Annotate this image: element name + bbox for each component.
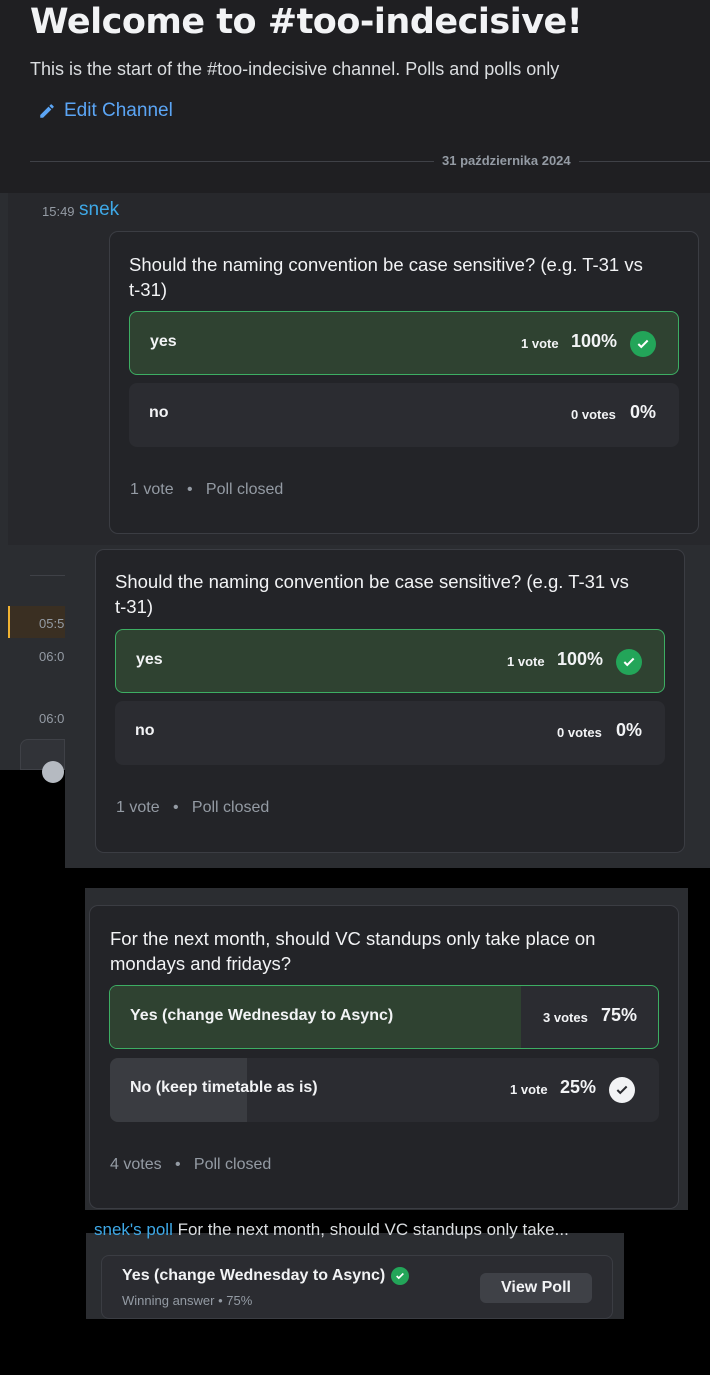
winning-answer-label: Yes (change Wednesday to Async): [122, 1267, 386, 1284]
view-poll-button[interactable]: View Poll: [480, 1273, 592, 1303]
poll-answer-label: no: [149, 404, 169, 421]
poll-footer: 1 vote • Poll closed: [116, 799, 270, 816]
poll-footer: 1 vote • Poll closed: [130, 481, 284, 498]
poll-answer-label: no: [135, 722, 155, 739]
poll-status: Poll closed: [205, 481, 284, 498]
poll-answer-label: yes: [150, 333, 177, 350]
welcome-title: Welcome to #too-indecisive!: [30, 2, 583, 42]
pencil-icon: [40, 104, 54, 118]
poll-answer-label: yes: [136, 651, 163, 668]
poll-result-author[interactable]: snek's poll: [94, 1220, 173, 1239]
poll-answer-percent: 0%: [616, 720, 643, 740]
poll-answer-percent: 25%: [560, 1077, 597, 1097]
add-icon[interactable]: [42, 761, 64, 783]
poll-answer-percent: 0%: [630, 402, 657, 422]
checkmark-icon: [391, 1267, 410, 1285]
divider: [30, 575, 65, 576]
poll-total-votes: 1 vote: [130, 481, 174, 498]
poll-answer-percent: 75%: [601, 1005, 638, 1025]
poll-answer-votes: 0 votes: [571, 407, 616, 422]
poll-answer-no[interactable]: no 0 votes 0%: [115, 701, 665, 765]
poll-status: Poll closed: [191, 799, 270, 816]
checkmark-icon: [609, 1077, 635, 1103]
poll-answer-label: No (keep timetable as is): [130, 1079, 318, 1096]
poll-result-question: For the next month, should VC standups o…: [177, 1220, 569, 1239]
poll-answer-yes[interactable]: yes 1 vote 100%: [115, 629, 665, 693]
date-divider-label: 31 października 2024: [434, 153, 579, 168]
edit-channel-label: Edit Channel: [64, 100, 173, 121]
date-divider: [30, 161, 710, 162]
message-author[interactable]: snek: [79, 199, 119, 221]
message-timestamp: 15:49: [42, 204, 75, 219]
poll-answer-votes: 3 votes: [543, 1010, 588, 1025]
poll-total-votes: 4 votes: [110, 1156, 162, 1173]
poll-question: Should the naming convention be case sen…: [115, 571, 629, 617]
poll-result-header: snek's poll For the next month, should V…: [94, 1220, 624, 1240]
poll-answer-votes: 1 vote: [510, 1082, 548, 1097]
poll-footer: 4 votes • Poll closed: [110, 1156, 272, 1173]
poll-question: Should the naming convention be case sen…: [129, 254, 643, 300]
poll-answer-votes: 1 vote: [521, 336, 559, 351]
poll-answer-percent: 100%: [571, 331, 618, 351]
poll-answer-yes[interactable]: yes 1 vote 100%: [129, 311, 679, 375]
poll-answer-label: Yes (change Wednesday to Async): [130, 1007, 394, 1024]
winning-answer: Yes (change Wednesday to Async): [122, 1267, 410, 1285]
poll-question: For the next month, should VC standups o…: [110, 928, 596, 974]
poll-status: Poll closed: [193, 1156, 272, 1173]
message-timestamp: 05:5: [39, 616, 65, 631]
channel-description: This is the start of the #too-indecisive…: [30, 59, 560, 79]
poll-answer-yes[interactable]: Yes (change Wednesday to Async) 3 votes …: [109, 985, 659, 1049]
checkmark-icon: [616, 649, 642, 675]
poll-answer-no[interactable]: no 0 votes 0%: [129, 383, 679, 447]
poll-answer-no[interactable]: No (keep timetable as is) 1 vote 25%: [110, 1058, 659, 1122]
message-timestamp: 06:0: [39, 649, 65, 664]
poll-answer-votes: 1 vote: [507, 654, 545, 669]
poll-total-votes: 1 vote: [116, 799, 160, 816]
winning-answer-subtitle: Winning answer • 75%: [122, 1293, 253, 1308]
checkmark-icon: [630, 331, 656, 357]
message-timestamp: 06:0: [39, 711, 65, 726]
poll-answer-votes: 0 votes: [557, 725, 602, 740]
edit-channel-link[interactable]: Edit Channel: [38, 100, 173, 122]
poll-answer-percent: 100%: [557, 649, 604, 669]
